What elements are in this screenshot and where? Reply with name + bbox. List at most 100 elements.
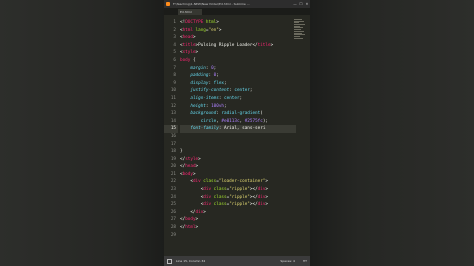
line-number: 25	[170, 202, 176, 208]
line-number: 1	[173, 20, 176, 25]
code-token: ></	[249, 194, 258, 200]
code-token: >	[203, 209, 206, 215]
code-token: >	[195, 164, 199, 170]
code-line[interactable]: padding: 0;	[180, 72, 296, 80]
code-token: #2575fc	[244, 118, 263, 124]
code-token: "ripple"	[229, 202, 250, 208]
code-token: ;	[249, 88, 253, 94]
line-number-gutter: 1 2 3 4 5 6 7 8 9 10 11 12 13 14 15 16 17 18 19 20 21 22 23 24 2…	[164, 19, 178, 239]
code-line[interactable]: <body>	[180, 171, 296, 179]
minimap[interactable]	[294, 19, 306, 41]
line-number: 6	[173, 57, 176, 63]
code-token: >Pulsing Ripple Loader</	[195, 42, 258, 48]
code-token: </	[180, 209, 196, 215]
code-token: >	[265, 179, 268, 185]
code-token: div	[192, 179, 201, 185]
screen: F:\Teaching\1-NEW\New folder\Ed.html - S…	[0, 0, 474, 266]
code-line[interactable]: <head>	[180, 34, 296, 42]
code-line[interactable]: </html>	[180, 224, 296, 232]
code-token: >	[218, 27, 222, 33]
code-line[interactable]	[180, 141, 296, 149]
code-token: >	[195, 50, 199, 56]
code-line[interactable]: </div>	[180, 209, 296, 217]
code-line[interactable]: justify-content: center;	[180, 87, 296, 95]
code-line[interactable]: <div class="ripple"></div>	[180, 201, 296, 209]
line-number: 3	[173, 35, 176, 41]
code-line[interactable]: </body>	[180, 216, 296, 224]
syntax-selector[interactable]: HT	[303, 259, 307, 263]
code-token: "ripple"	[229, 187, 250, 193]
line-number: 27	[170, 217, 176, 223]
code-line[interactable]: font-family: Arial, sans-seri	[180, 125, 296, 133]
code-token: justify-content	[190, 88, 230, 94]
line-number: 12	[170, 103, 176, 109]
code-token: >	[192, 171, 196, 177]
code-token: >	[265, 202, 269, 208]
code-token: >	[270, 42, 274, 48]
line-number: 18	[170, 149, 176, 155]
code-token: ;	[216, 73, 219, 79]
code-token: style	[182, 50, 196, 56]
code-line[interactable]: <div class="ripple"></div>	[180, 194, 296, 202]
close-button[interactable]: ✕	[304, 2, 310, 6]
code-token: height	[190, 103, 206, 109]
code-line[interactable]: height: 100vh;	[180, 103, 296, 111]
code-token: html	[205, 20, 217, 25]
tab-ed-html[interactable]: Ed.html	[178, 9, 202, 15]
code-token: body	[182, 171, 193, 177]
line-number: 11	[170, 95, 176, 101]
code-line[interactable]: }	[180, 148, 296, 156]
code-line[interactable]: </head>	[180, 163, 296, 171]
code-token: style	[185, 156, 199, 162]
line-number: 20	[170, 164, 176, 170]
code-token: center	[234, 88, 250, 94]
code-line[interactable]: body {	[180, 57, 296, 65]
editor-window: F:\Teaching\1-NEW\New folder\Ed.html - S…	[164, 0, 310, 266]
code-area[interactable]: <!DOCTYPE html> <html lang="en"> <head> <ti…	[180, 19, 296, 239]
vertical-scrollbar[interactable]	[307, 15, 310, 255]
indentation-setting[interactable]: Spaces: 4	[280, 259, 295, 263]
code-token: >	[216, 20, 219, 25]
code-line[interactable]: <title>Pulsing Ripple Loader</title>	[180, 42, 296, 50]
code-line[interactable]: align-items: center;	[180, 95, 296, 103]
code-token: div	[203, 202, 212, 208]
code-line[interactable]: <!DOCTYPE html>	[180, 19, 296, 27]
line-number: 2	[173, 27, 176, 33]
line-number: 24	[170, 194, 176, 200]
code-line[interactable]: circle, #e0113c, #2575fc);	[180, 118, 296, 126]
code-token: class	[213, 202, 227, 208]
code-line[interactable]	[180, 232, 296, 240]
code-token: body	[185, 217, 196, 223]
code-line[interactable]: </style>	[180, 156, 296, 164]
code-line[interactable]: <div class="loader-container">	[180, 178, 296, 186]
code-token: div	[203, 187, 212, 193]
line-number: 9	[173, 80, 176, 86]
code-line[interactable]: margin: 0;	[180, 65, 296, 73]
code-line[interactable]: background: radial-gradient(	[180, 110, 296, 118]
line-number: 15	[164, 125, 178, 133]
code-token: {	[190, 57, 196, 63]
code-token: body	[180, 57, 191, 63]
line-number: 4	[173, 42, 176, 48]
code-token: padding	[190, 73, 209, 79]
code-line[interactable]: display: flex;	[180, 80, 296, 88]
code-line[interactable]: <html lang="en">	[180, 27, 296, 35]
code-token: title	[257, 42, 271, 48]
code-token: class	[213, 194, 227, 200]
code-line[interactable]	[180, 133, 296, 141]
code-token: <	[180, 187, 204, 193]
code-token: >	[192, 35, 196, 41]
code-token: margin	[190, 65, 206, 71]
code-token: title	[182, 42, 196, 48]
code-token: ;	[239, 95, 243, 101]
code-line[interactable]: <div class="ripple"></div>	[180, 186, 296, 194]
code-line[interactable]: <style>	[180, 49, 296, 57]
panel-toggle-icon[interactable]	[167, 258, 172, 264]
code-token: );	[262, 118, 269, 124]
code-token: >	[198, 156, 201, 162]
